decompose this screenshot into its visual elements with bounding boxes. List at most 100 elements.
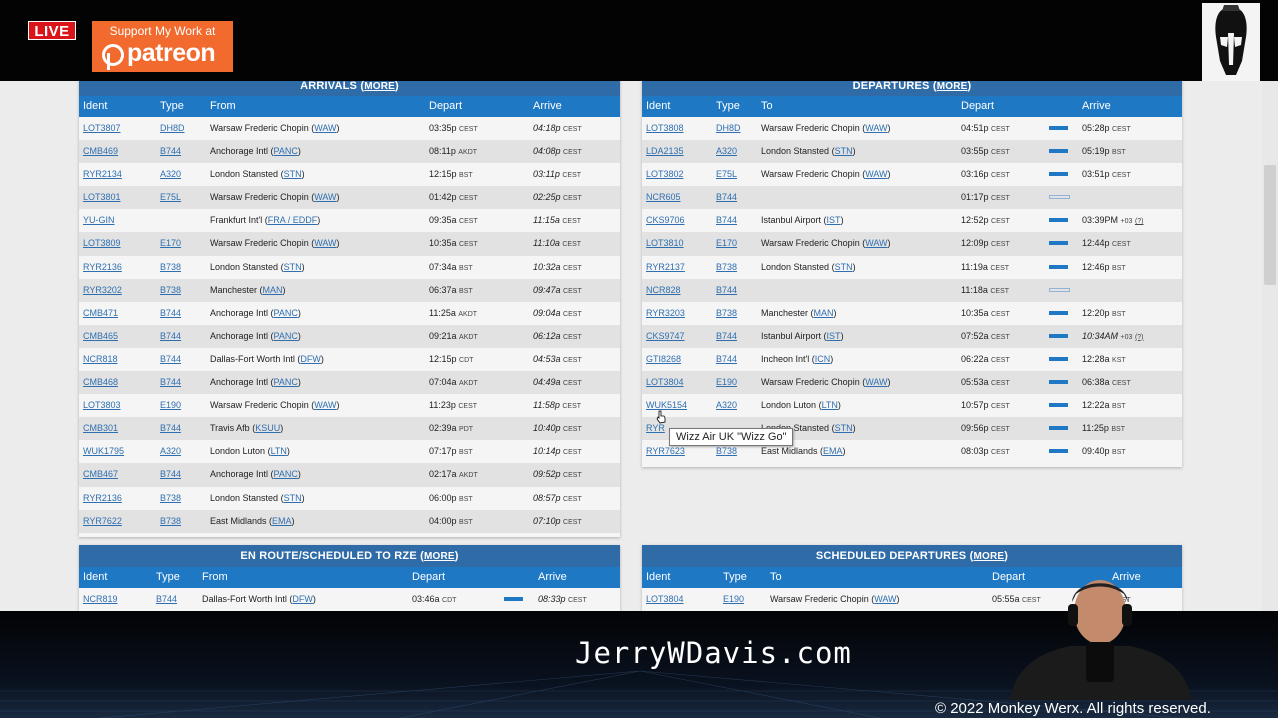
airport-code-link[interactable]: PANC xyxy=(274,146,298,156)
airport-code-link[interactable]: EMA xyxy=(823,446,843,456)
aircraft-type-link[interactable]: B744 xyxy=(716,192,737,202)
flight-ident-link[interactable]: CMB467 xyxy=(83,469,118,479)
flight-ident-link[interactable]: LOT3803 xyxy=(83,400,121,410)
aircraft-type-link[interactable]: E75L xyxy=(716,169,737,179)
arrivals-more-link[interactable]: MORE xyxy=(364,81,395,92)
flight-ident-link[interactable]: LOT3810 xyxy=(646,238,684,248)
airport-code-link[interactable]: WAW xyxy=(314,400,336,410)
aircraft-type-link[interactable]: B744 xyxy=(160,469,181,479)
airport-code-link[interactable]: WAW xyxy=(874,594,896,604)
airport-code-link[interactable]: WAW xyxy=(865,377,887,387)
flight-ident-link[interactable]: CMB471 xyxy=(83,308,118,318)
airport-code-link[interactable]: STN xyxy=(835,146,853,156)
unknown-info-link[interactable]: (?) xyxy=(1135,334,1144,341)
flight-ident-link[interactable]: LOT3809 xyxy=(83,238,121,248)
aircraft-type-link[interactable]: E170 xyxy=(160,238,181,248)
airport-code-link[interactable]: STN xyxy=(284,493,302,503)
airport-code-link[interactable]: LTN xyxy=(271,446,287,456)
airport-code-link[interactable]: IST xyxy=(827,215,841,225)
flight-ident-link[interactable]: CMB468 xyxy=(83,377,118,387)
aircraft-type-link[interactable]: B738 xyxy=(716,308,737,318)
airport-code-link[interactable]: LTN xyxy=(822,400,838,410)
flight-ident-link[interactable]: LOT3808 xyxy=(646,123,684,133)
aircraft-type-link[interactable]: B744 xyxy=(160,308,181,318)
aircraft-type-link[interactable]: B738 xyxy=(160,493,181,503)
flight-ident-link[interactable]: RYR2136 xyxy=(83,262,122,272)
airport-code-link[interactable]: STN xyxy=(284,169,302,179)
flight-ident-link[interactable]: RYR3203 xyxy=(646,308,685,318)
flight-ident-link[interactable]: LOT3804 xyxy=(646,377,684,387)
aircraft-type-link[interactable]: B744 xyxy=(160,423,181,433)
airport-code-link[interactable]: STN xyxy=(284,262,302,272)
flight-ident-link[interactable]: NCR819 xyxy=(83,594,118,604)
aircraft-type-link[interactable]: B738 xyxy=(716,446,737,456)
aircraft-type-link[interactable]: B744 xyxy=(716,215,737,225)
aircraft-type-link[interactable]: B744 xyxy=(160,331,181,341)
airport-code-link[interactable]: IST xyxy=(827,331,841,341)
flight-ident-link[interactable]: RYR2136 xyxy=(83,493,122,503)
aircraft-type-link[interactable]: B744 xyxy=(716,354,737,364)
airport-code-link[interactable]: EMA xyxy=(272,516,292,526)
aircraft-type-link[interactable]: B744 xyxy=(716,331,737,341)
page-scrollbar[interactable] xyxy=(1262,81,1278,611)
flight-ident-link[interactable]: RYR7622 xyxy=(83,516,122,526)
aircraft-type-link[interactable]: B738 xyxy=(716,262,737,272)
airport-code-link[interactable]: WAW xyxy=(314,192,336,202)
aircraft-type-link[interactable]: A320 xyxy=(716,146,737,156)
aircraft-type-link[interactable]: E190 xyxy=(723,594,744,604)
airport-code-link[interactable]: PANC xyxy=(274,377,298,387)
scheduled-more-link[interactable]: MORE xyxy=(973,551,1004,562)
enroute-more-link[interactable]: MORE xyxy=(424,551,455,562)
airport-code-link[interactable]: ICN xyxy=(815,354,831,364)
airport-code-link[interactable]: KSUU xyxy=(255,423,280,433)
flight-ident-link[interactable]: LOT3802 xyxy=(646,169,684,179)
aircraft-type-link[interactable]: B744 xyxy=(716,285,737,295)
airport-code-link[interactable]: FRA / EDDF xyxy=(268,215,318,225)
airport-code-link[interactable]: WAW xyxy=(865,238,887,248)
aircraft-type-link[interactable]: B738 xyxy=(160,516,181,526)
aircraft-type-link[interactable]: B744 xyxy=(156,594,177,604)
airport-code-link[interactable]: PANC xyxy=(274,469,298,479)
aircraft-type-link[interactable]: B744 xyxy=(160,354,181,364)
airport-code-link[interactable]: WAW xyxy=(865,169,887,179)
flight-ident-link[interactable]: CMB465 xyxy=(83,331,118,341)
airport-code-link[interactable]: PANC xyxy=(274,308,298,318)
airport-code-link[interactable]: PANC xyxy=(274,331,298,341)
flight-ident-link[interactable]: NCR818 xyxy=(83,354,118,364)
airport-code-link[interactable]: DFW xyxy=(292,594,313,604)
airport-code-link[interactable]: WAW xyxy=(314,123,336,133)
flight-ident-link[interactable]: NCR828 xyxy=(646,285,681,295)
airport-code-link[interactable]: MAN xyxy=(263,285,283,295)
airport-code-link[interactable]: WAW xyxy=(865,123,887,133)
aircraft-type-link[interactable]: B738 xyxy=(160,285,181,295)
airport-code-link[interactable]: STN xyxy=(835,423,853,433)
flight-ident-link[interactable]: NCR605 xyxy=(646,192,681,202)
unknown-info-link[interactable]: (?) xyxy=(1135,218,1144,225)
airport-code-link[interactable]: MAN xyxy=(814,308,834,318)
scrollbar-thumb[interactable] xyxy=(1264,165,1276,285)
flight-ident-link[interactable]: YU-GIN xyxy=(83,215,115,225)
aircraft-type-link[interactable]: E75L xyxy=(160,192,181,202)
flight-ident-link[interactable]: WUK5154 xyxy=(646,400,687,410)
airport-code-link[interactable]: STN xyxy=(835,262,853,272)
flight-ident-link[interactable]: RYR2134 xyxy=(83,169,122,179)
flight-ident-link[interactable]: RYR2137 xyxy=(646,262,685,272)
aircraft-type-link[interactable]: A320 xyxy=(160,169,181,179)
flight-ident-link[interactable]: LOT3804 xyxy=(646,594,684,604)
airport-code-link[interactable]: DFW xyxy=(300,354,321,364)
aircraft-type-link[interactable]: E190 xyxy=(716,377,737,387)
flight-ident-link[interactable]: LOT3807 xyxy=(83,123,121,133)
flight-ident-link[interactable]: CMB469 xyxy=(83,146,118,156)
flight-ident-link[interactable]: CMB301 xyxy=(83,423,118,433)
aircraft-type-link[interactable]: E190 xyxy=(160,400,181,410)
departures-more-link[interactable]: MORE xyxy=(937,81,968,92)
flight-ident-link[interactable]: CKS9706 xyxy=(646,215,685,225)
airport-code-link[interactable]: WAW xyxy=(314,238,336,248)
flight-ident-link[interactable]: RYR xyxy=(646,423,665,433)
aircraft-type-link[interactable]: A320 xyxy=(160,446,181,456)
flight-ident-link[interactable]: RYR3202 xyxy=(83,285,122,295)
flight-ident-link[interactable]: GTI8268 xyxy=(646,354,681,364)
aircraft-type-link[interactable]: B738 xyxy=(160,262,181,272)
aircraft-type-link[interactable]: B744 xyxy=(160,377,181,387)
flight-ident-link[interactable]: LOT3801 xyxy=(83,192,121,202)
